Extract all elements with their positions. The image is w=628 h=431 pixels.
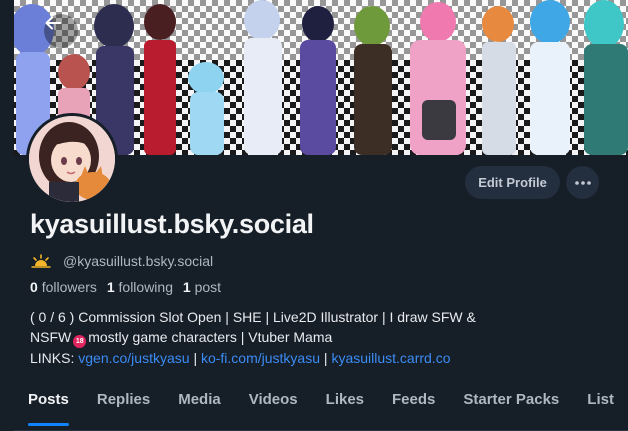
profile-stats: 0 followers 1 following 1 post xyxy=(30,279,221,295)
bio-line-1: ( 0 / 6 ) Commission Slot Open | SHE | L… xyxy=(30,309,476,325)
kofi-link[interactable]: ko-fi.com/justkyasu xyxy=(201,350,320,366)
avatar[interactable] xyxy=(26,113,118,205)
tab-likes[interactable]: Likes xyxy=(326,388,364,426)
bio-line-2: NSFW 18 mostly game characters | Vtuber Ma… xyxy=(30,327,600,348)
ellipsis-icon xyxy=(574,180,591,185)
posts-count: 1 xyxy=(182,279,191,295)
tab-media[interactable]: Media xyxy=(178,388,221,426)
edit-profile-label: Edit Profile xyxy=(478,175,547,190)
posts-label: post xyxy=(194,279,222,295)
tab-replies[interactable]: Replies xyxy=(97,388,150,426)
followers-link[interactable]: 0 followers xyxy=(30,279,97,295)
edit-profile-button[interactable]: Edit Profile xyxy=(465,166,560,199)
tab-feeds[interactable]: Feeds xyxy=(392,388,435,426)
tab-starter-packs[interactable]: Starter Packs xyxy=(463,388,559,426)
carrd-link[interactable]: kyasuillust.carrd.co xyxy=(331,350,450,366)
link-separator: | xyxy=(323,350,328,366)
followers-label: followers xyxy=(41,279,97,295)
arrow-left-icon xyxy=(45,16,61,30)
display-name: kyasuillust.bsky.social xyxy=(30,209,314,239)
bio-line-2-rest: mostly game characters | Vtuber Mama xyxy=(88,329,333,345)
following-label: following xyxy=(118,279,173,295)
sun-icon xyxy=(31,254,51,268)
tab-videos[interactable]: Videos xyxy=(249,388,298,426)
more-options-button[interactable] xyxy=(566,166,599,199)
bio-nsfw-text: NSFW xyxy=(30,329,72,345)
profile-bio: ( 0 / 6 ) Commission Slot Open | SHE | L… xyxy=(30,307,600,368)
profile-tabs: Posts Replies Media Videos Likes Feeds S… xyxy=(14,380,628,431)
handle-row: @kyasuillust.bsky.social xyxy=(31,251,213,271)
link-separator: | xyxy=(193,350,198,366)
tab-posts[interactable]: Posts xyxy=(28,388,69,426)
handle: @kyasuillust.bsky.social xyxy=(63,253,214,269)
vgen-link[interactable]: vgen.co/justkyasu xyxy=(78,350,189,366)
tab-lists[interactable]: List xyxy=(587,388,614,426)
profile-page: Edit Profile kyasuillust.bsky.social @ky… xyxy=(0,0,628,431)
following-count: 1 xyxy=(106,279,115,295)
followers-count: 0 xyxy=(30,279,38,295)
bio-links-line: LINKS: vgen.co/justkyasu | ko-fi.com/jus… xyxy=(30,348,600,368)
nsfw-18-icon: 18 xyxy=(73,335,87,348)
avatar-illustration xyxy=(29,116,115,202)
back-button[interactable] xyxy=(44,14,78,48)
following-link[interactable]: 1 following xyxy=(107,279,173,295)
posts-stat: 1 post xyxy=(183,279,221,295)
links-label: LINKS: xyxy=(30,350,75,366)
